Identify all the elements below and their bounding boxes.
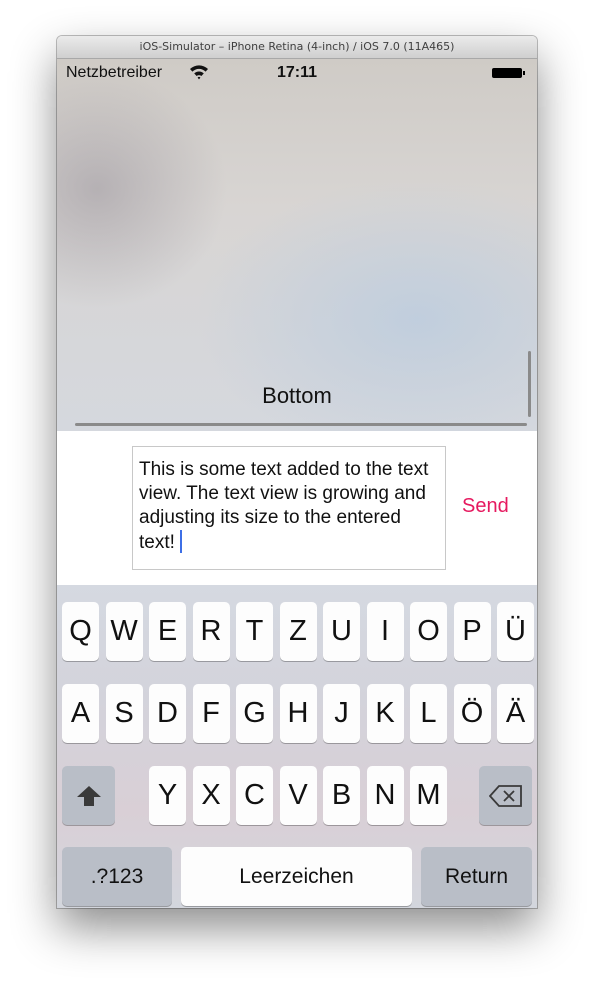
device-screen: Netzbetreiber 17:11 Bottom This is some … bbox=[57, 59, 537, 908]
status-time: 17:11 bbox=[276, 64, 318, 81]
key-l[interactable]: L bbox=[410, 684, 447, 743]
text-caret bbox=[179, 530, 182, 553]
window-title: iOS-Simulator – iPhone Retina (4-inch) /… bbox=[57, 36, 537, 59]
key-e[interactable]: E bbox=[149, 602, 186, 661]
delete-key[interactable] bbox=[479, 766, 532, 825]
message-text-view[interactable]: This is some text added to the text view… bbox=[132, 446, 446, 570]
key-c[interactable]: C bbox=[236, 766, 273, 825]
key-q[interactable]: Q bbox=[62, 602, 99, 661]
key-v[interactable]: V bbox=[279, 766, 317, 825]
key-f[interactable]: F bbox=[192, 684, 230, 743]
bottom-label: Bottom bbox=[262, 383, 332, 408]
key-d[interactable]: D bbox=[149, 684, 186, 743]
simulator-window: iOS-Simulator – iPhone Retina (4-inch) /… bbox=[57, 36, 537, 908]
key-k[interactable]: K bbox=[366, 684, 404, 743]
send-button[interactable]: Send bbox=[462, 495, 509, 518]
delete-backspace-icon bbox=[488, 784, 522, 807]
key-ö[interactable]: Ö bbox=[453, 684, 491, 743]
battery-tip bbox=[523, 71, 525, 75]
key-ä[interactable]: Ä bbox=[497, 684, 534, 743]
numbers-key[interactable]: .?123 bbox=[62, 847, 172, 906]
return-key[interactable]: Return bbox=[421, 847, 532, 906]
key-h[interactable]: H bbox=[279, 684, 317, 743]
key-j[interactable]: J bbox=[323, 684, 360, 743]
shift-key[interactable] bbox=[62, 766, 115, 825]
key-z[interactable]: Z bbox=[279, 602, 317, 661]
key-w[interactable]: W bbox=[105, 602, 143, 661]
key-u[interactable]: U bbox=[323, 602, 360, 661]
key-o[interactable]: O bbox=[410, 602, 447, 661]
key-t[interactable]: T bbox=[236, 602, 273, 661]
key-x[interactable]: X bbox=[192, 766, 230, 825]
key-i[interactable]: I bbox=[366, 602, 404, 661]
content-area: Netzbetreiber 17:11 Bottom bbox=[57, 59, 537, 431]
key-y[interactable]: Y bbox=[149, 766, 186, 825]
keyboard: QWERTZUIOPÜ ASDFGHJKLÖÄ YXCVBNM .?123 Le… bbox=[57, 585, 537, 908]
key-n[interactable]: N bbox=[366, 766, 404, 825]
key-m[interactable]: M bbox=[410, 766, 447, 825]
message-text: This is some text added to the text view… bbox=[139, 459, 429, 553]
space-key[interactable]: Leerzeichen bbox=[181, 847, 412, 906]
key-p[interactable]: P bbox=[453, 602, 491, 661]
shift-arrow-icon bbox=[76, 785, 101, 806]
status-bar: Netzbetreiber 17:11 bbox=[57, 59, 537, 89]
key-g[interactable]: G bbox=[236, 684, 273, 743]
key-ü[interactable]: Ü bbox=[497, 602, 534, 661]
battery-icon bbox=[492, 68, 522, 78]
key-r[interactable]: R bbox=[192, 602, 230, 661]
key-a[interactable]: A bbox=[62, 684, 99, 743]
separator-line bbox=[75, 423, 527, 426]
key-s[interactable]: S bbox=[105, 684, 143, 743]
scroll-indicator[interactable] bbox=[528, 351, 531, 417]
message-input-bar: This is some text added to the text view… bbox=[57, 431, 537, 585]
key-b[interactable]: B bbox=[323, 766, 360, 825]
